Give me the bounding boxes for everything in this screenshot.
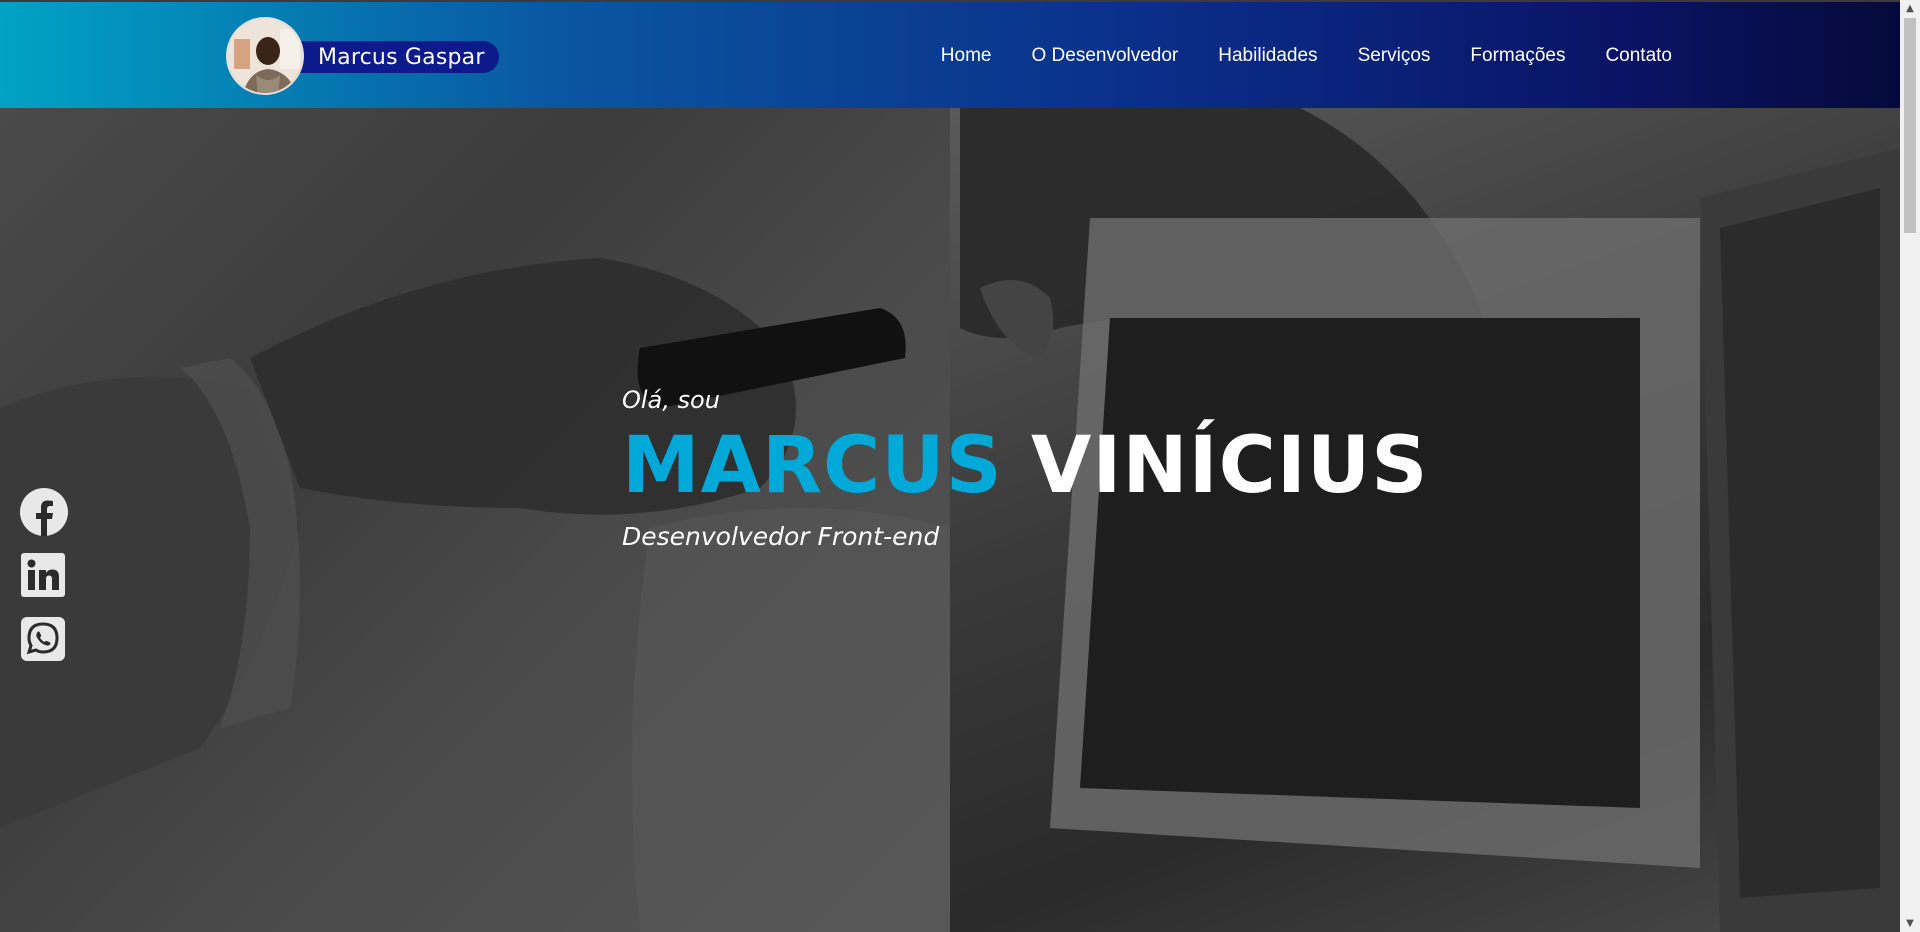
hero-last-name: VINÍCIUS <box>1030 421 1429 511</box>
main-nav: Home O Desenvolvedor Habilidades Serviço… <box>941 2 1672 110</box>
nav-o-desenvolvedor[interactable]: O Desenvolvedor <box>1031 45 1178 67</box>
nav-habilidades[interactable]: Habilidades <box>1218 45 1317 67</box>
nav-formacoes[interactable]: Formações <box>1470 45 1565 67</box>
facebook-icon <box>20 488 68 536</box>
linkedin-link[interactable] <box>20 552 68 600</box>
hero-title: MARCUS VINÍCIUS <box>622 420 1522 512</box>
page-scrollbar[interactable]: ▲ ▼ <box>1900 0 1920 932</box>
nav-home[interactable]: Home <box>941 45 992 67</box>
hero-text: Olá, sou MARCUS VINÍCIUS Desenvolvedor F… <box>622 386 1522 551</box>
nav-contato[interactable]: Contato <box>1605 45 1672 67</box>
brand[interactable]: Marcus Gaspar <box>226 16 499 96</box>
site-header: Marcus Gaspar Home O Desenvolvedor Habil… <box>0 0 1900 108</box>
page: Marcus Gaspar Home O Desenvolvedor Habil… <box>0 0 1920 932</box>
brand-name: Marcus Gaspar <box>318 44 485 70</box>
scrollbar-thumb[interactable] <box>1904 18 1916 233</box>
whatsapp-icon <box>21 617 65 661</box>
linkedin-icon <box>21 553 65 597</box>
hero-subtitle: Desenvolvedor Front-end <box>622 522 940 551</box>
avatar-photo <box>228 19 302 93</box>
hero-first-name: MARCUS <box>622 421 1003 511</box>
hero-greeting: Olá, sou <box>622 386 720 414</box>
whatsapp-link[interactable] <box>20 616 68 664</box>
nav-servicos[interactable]: Serviços <box>1358 45 1431 67</box>
hero-section: Olá, sou MARCUS VINÍCIUS Desenvolvedor F… <box>0 108 1900 932</box>
scroll-down-arrow-icon[interactable]: ▼ <box>1900 915 1920 932</box>
social-links <box>20 488 68 664</box>
facebook-link[interactable] <box>20 488 68 536</box>
scroll-up-arrow-icon[interactable]: ▲ <box>1900 0 1920 17</box>
avatar <box>226 17 304 95</box>
brand-pill: Marcus Gaspar <box>276 41 499 73</box>
